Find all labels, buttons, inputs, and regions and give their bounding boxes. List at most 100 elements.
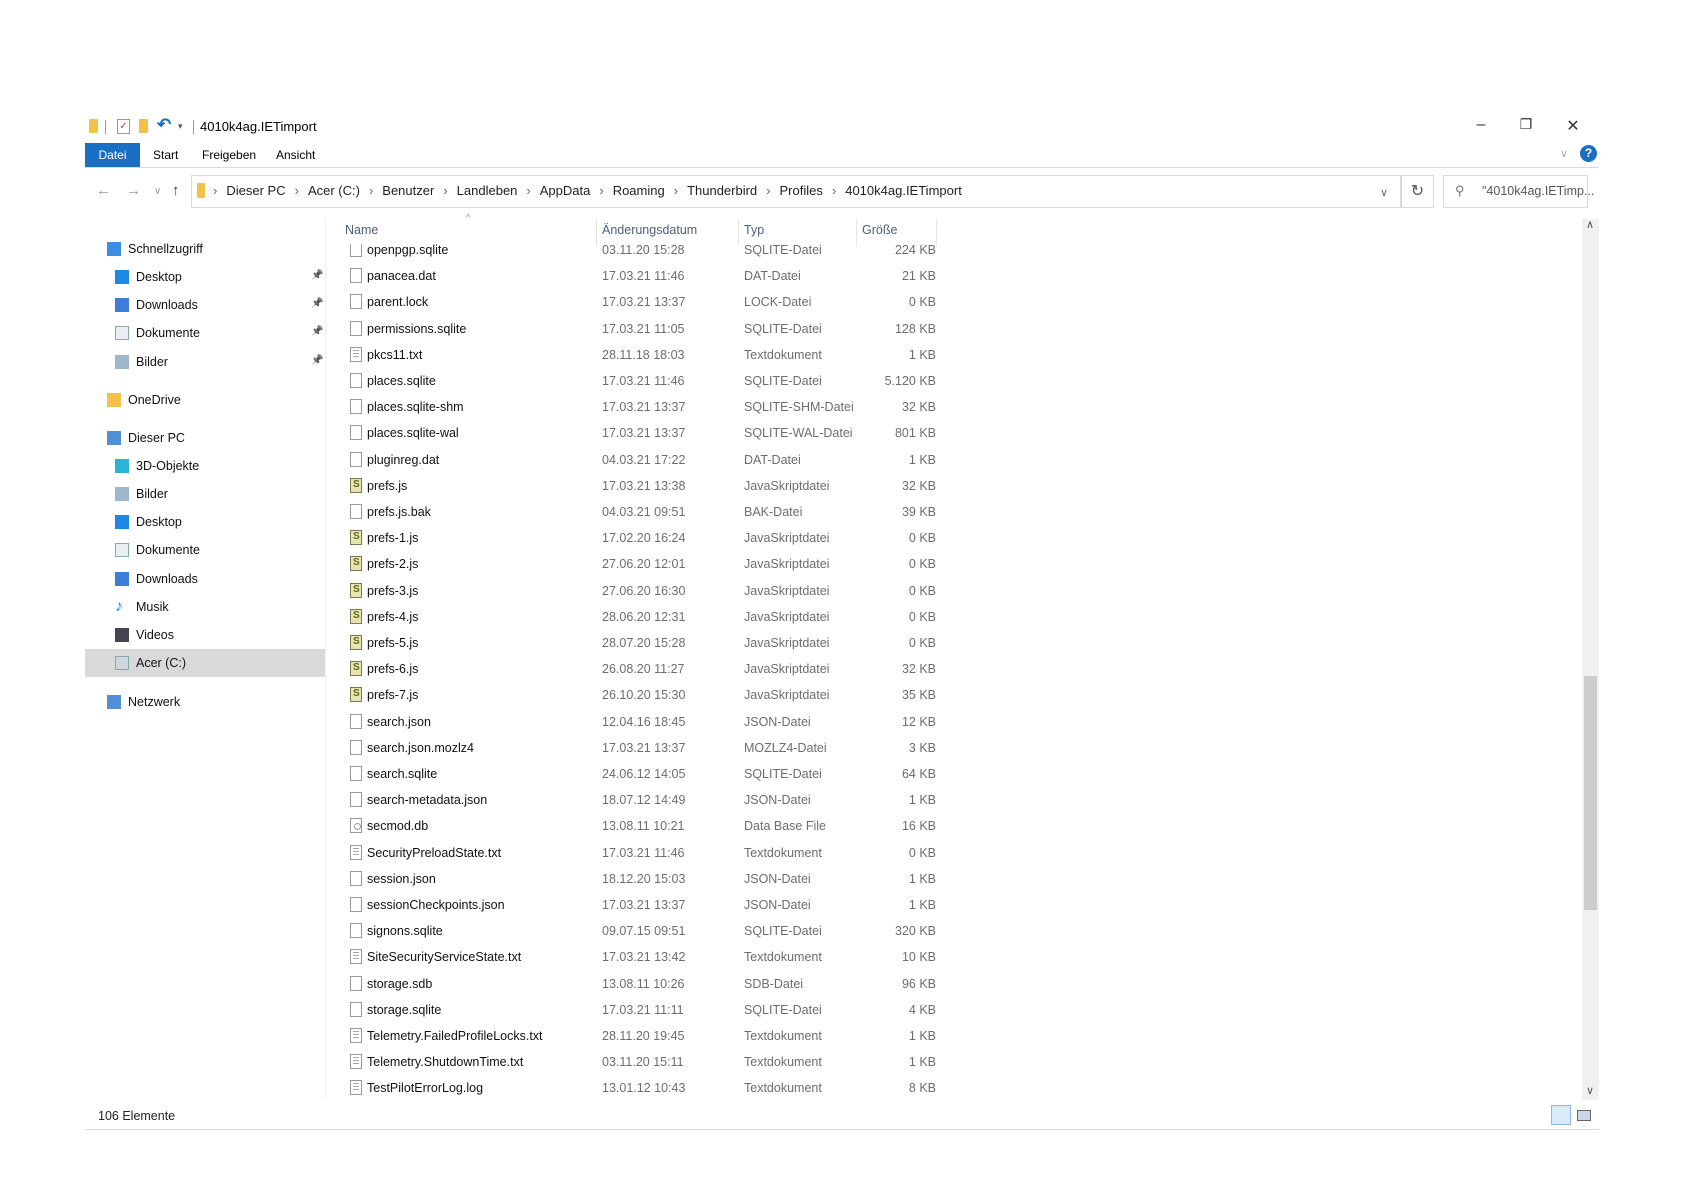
file-size: 12 KB: [901, 714, 936, 729]
file-row[interactable]: SiteSecurityServiceState.txt 17.03.21 13:…: [330, 944, 936, 970]
file-row[interactable]: session.json 18.12.20 15:03 JSON-Datei 1 KB: [330, 866, 936, 892]
breadcrumb-separator-icon[interactable]: ›: [766, 183, 770, 198]
breadcrumb-item[interactable]: Thunderbird: [687, 183, 757, 198]
large-icons-view-button[interactable]: [1577, 1110, 1591, 1121]
file-row[interactable]: prefs-7.js 26.10.20 15:30 JavaSkriptdatei 3…: [330, 681, 936, 708]
quick-access-dropdown-icon[interactable]: ▾: [178, 121, 183, 132]
file-row[interactable]: places.sqlite-wal 17.03.21 13:37 SQLITE-WA…: [330, 420, 936, 446]
up-button[interactable]: ↑: [172, 182, 180, 199]
column-separator[interactable]: [738, 219, 739, 246]
breadcrumb-item[interactable]: Profiles: [780, 183, 823, 198]
javascript-file-icon: [350, 472, 362, 498]
file-row[interactable]: parent.lock 17.03.21 13:37 LOCK-Datei 0 KB: [330, 289, 936, 315]
scroll-down-button[interactable]: ∨: [1586, 1084, 1594, 1097]
file-row[interactable]: places.sqlite-shm 17.03.21 13:37 SQLITE-SH…: [330, 394, 936, 420]
file-row[interactable]: prefs-6.js 26.08.20 11:27 JavaSkriptdatei 3…: [330, 655, 936, 682]
maximize-button[interactable]: ❐: [1511, 116, 1541, 133]
breadcrumb-separator-icon[interactable]: ›: [526, 183, 530, 198]
file-type: JSON-Datei: [744, 793, 811, 808]
column-header-name[interactable]: Name: [345, 223, 378, 237]
breadcrumb: › Dieser PC › Acer (C:) › Benutzer › Landleben ›…: [213, 183, 971, 198]
column-separator[interactable]: [936, 219, 937, 246]
undo-icon[interactable]: ↶: [157, 115, 171, 135]
column-header-type[interactable]: Typ: [744, 223, 764, 237]
file-row[interactable]: pluginreg.dat 04.03.21 17:22 DAT-Datei 1 KB: [330, 447, 936, 473]
file-row[interactable]: SecurityPreloadState.txt 17.03.21 11:46 Te…: [330, 840, 936, 866]
back-button[interactable]: ←: [96, 182, 111, 199]
file-name: signons.sqlite: [367, 924, 443, 939]
file-row[interactable]: prefs.js.bak 04.03.21 09:51 BAK-Datei 39 KB: [330, 499, 936, 525]
vertical-scrollbar[interactable]: [1582, 219, 1599, 1100]
forward-button[interactable]: →: [126, 182, 141, 199]
file-row[interactable]: places.sqlite 17.03.21 11:46 SQLITE-Datei 5…: [330, 368, 936, 394]
tab-datei[interactable]: Datei: [85, 143, 140, 167]
breadcrumb-item[interactable]: Acer (C:): [308, 183, 360, 198]
file-row[interactable]: prefs-1.js 17.02.20 16:24 JavaSkriptdatei 0…: [330, 524, 936, 551]
column-header-date[interactable]: Änderungsdatum: [602, 223, 697, 237]
minimize-button[interactable]: –: [1466, 116, 1496, 134]
file-row[interactable]: secmod.db 13.08.11 10:21 Data Base File 16 …: [330, 813, 936, 839]
file-row[interactable]: storage.sdb 13.08.11 10:26 SDB-Datei 96 KB: [330, 971, 936, 997]
file-row[interactable]: Telemetry.ShutdownTime.txt 03.11.20 15:11…: [330, 1049, 936, 1075]
breadcrumb-separator-icon[interactable]: ›: [443, 183, 447, 198]
file-icon: [350, 923, 362, 939]
file-row[interactable]: search-metadata.json 18.07.12 14:49 JSON-D…: [330, 787, 936, 813]
breadcrumb-item[interactable]: AppData: [540, 183, 591, 198]
file-row[interactable]: storage.sqlite 17.03.21 11:11 SQLITE-Datei…: [330, 997, 936, 1023]
breadcrumb-separator-icon[interactable]: ›: [832, 183, 836, 198]
column-separator[interactable]: [596, 219, 597, 246]
breadcrumb-separator-icon[interactable]: ›: [599, 183, 603, 198]
file-size: 3 KB: [908, 740, 936, 755]
tab-start[interactable]: Start: [143, 143, 188, 167]
file-row[interactable]: prefs-4.js 28.06.20 12:31 JavaSkriptdatei 0…: [330, 603, 936, 630]
address-dropdown-icon[interactable]: ∨: [1380, 186, 1388, 199]
file-row[interactable]: search.sqlite 24.06.12 14:05 SQLITE-Datei 6…: [330, 761, 936, 787]
file-row[interactable]: search.json.mozlz4 17.03.21 13:37 MOZLZ4-D…: [330, 735, 936, 761]
details-view-button[interactable]: [1551, 1105, 1571, 1125]
file-row[interactable]: openpgp.sqlite 03.11.20 15:28 SQLITE-Datei…: [330, 244, 936, 263]
breadcrumb-separator-icon[interactable]: ›: [674, 183, 678, 198]
column-header-size[interactable]: Größe: [862, 223, 897, 237]
javascript-file-icon: [350, 603, 362, 629]
file-row[interactable]: TestPilotErrorLog.log 13.01.12 10:43 Textd…: [330, 1075, 936, 1100]
file-row[interactable]: prefs-5.js 28.07.20 15:28 JavaSkriptdatei 0…: [330, 629, 936, 656]
window-title: 4010k4ag.IETimport: [200, 119, 317, 134]
breadcrumb-item[interactable]: Benutzer: [382, 183, 434, 198]
breadcrumb-separator-icon[interactable]: ›: [295, 183, 299, 198]
file-row[interactable]: prefs-2.js 27.06.20 12:01 JavaSkriptdatei 0…: [330, 550, 936, 577]
close-button[interactable]: ✕: [1558, 116, 1588, 136]
file-row[interactable]: prefs.js 17.03.21 13:38 JavaSkriptdatei 32 …: [330, 472, 936, 499]
file-name: secmod.db: [367, 819, 429, 834]
file-name: prefs-3.js: [367, 583, 419, 598]
file-row[interactable]: permissions.sqlite 17.03.21 11:05 SQLITE-D…: [330, 316, 936, 342]
file-row[interactable]: times.json 21.03.16 12:24 JSON-Datei 1 KB: [330, 1102, 936, 1128]
file-type: JSON-Datei: [744, 871, 811, 886]
file-row[interactable]: signons.sqlite 09.07.15 09:51 SQLITE-Datei…: [330, 918, 936, 944]
file-name: pluginreg.dat: [367, 452, 440, 467]
breadcrumb-item[interactable]: Dieser PC: [226, 183, 285, 198]
file-row[interactable]: Telemetry.FailedProfileLocks.txt 28.11.20…: [330, 1023, 936, 1049]
scroll-up-button[interactable]: ∧: [1586, 218, 1594, 231]
refresh-button[interactable]: ↻: [1401, 175, 1434, 208]
file-row[interactable]: sessionCheckpoints.json 17.03.21 13:37 JSO…: [330, 892, 936, 918]
ribbon-expand-icon[interactable]: ∨: [1560, 147, 1568, 160]
scrollbar-thumb[interactable]: [1584, 676, 1597, 911]
column-separator[interactable]: [856, 219, 857, 246]
new-folder-icon[interactable]: [139, 119, 148, 133]
breadcrumb-separator-icon[interactable]: ›: [369, 183, 373, 198]
file-row[interactable]: prefs-3.js 27.06.20 16:30 JavaSkriptdatei 0…: [330, 577, 936, 604]
breadcrumb-item[interactable]: 4010k4ag.IETimport: [845, 183, 962, 198]
tab-ansicht[interactable]: Ansicht: [266, 143, 325, 167]
properties-icon[interactable]: ✓: [117, 119, 130, 134]
breadcrumb-item[interactable]: Roaming: [613, 183, 665, 198]
file-row[interactable]: search.json 12.04.16 18:45 JSON-Datei 12 KB: [330, 709, 936, 735]
breadcrumb-separator-icon[interactable]: ›: [213, 183, 217, 198]
help-icon[interactable]: ?: [1580, 145, 1597, 162]
recent-locations-button[interactable]: ∨: [154, 186, 161, 197]
search-input[interactable]: "4010k4ag.IETimp...: [1443, 175, 1594, 208]
file-icon: [350, 975, 362, 991]
file-row[interactable]: panacea.dat 17.03.21 11:46 DAT-Datei 21 KB: [330, 263, 936, 289]
tab-freigeben[interactable]: Freigeben: [192, 143, 266, 167]
file-row[interactable]: pkcs11.txt 28.11.18 18:03 Textdokument 1 KB: [330, 342, 936, 368]
breadcrumb-item[interactable]: Landleben: [457, 183, 518, 198]
